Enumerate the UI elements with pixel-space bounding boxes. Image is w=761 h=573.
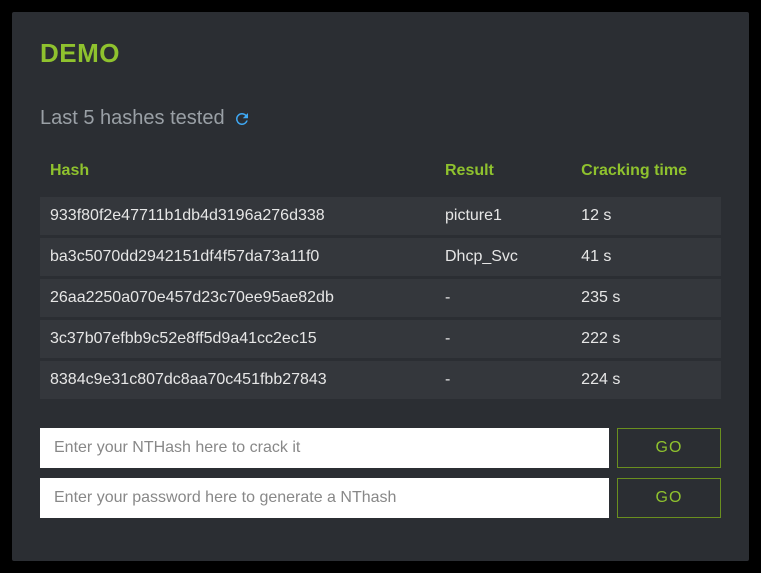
generate-form-row: GO [40, 478, 721, 518]
cell-time: 224 s [571, 360, 721, 400]
col-header-time: Cracking time [571, 152, 721, 196]
cell-hash: 8384c9e31c807dc8aa70c451fbb27843 [40, 360, 435, 400]
hashes-table: Hash Result Cracking time 933f80f2e47711… [40, 152, 721, 400]
cell-result: picture1 [435, 196, 571, 237]
cell-hash: ba3c5070dd2942151df4f57da73a11f0 [40, 237, 435, 278]
table-row: 8384c9e31c807dc8aa70c451fbb27843 - 224 s [40, 360, 721, 400]
cell-time: 41 s [571, 237, 721, 278]
cell-hash: 933f80f2e47711b1db4d3196a276d338 [40, 196, 435, 237]
col-header-hash: Hash [40, 152, 435, 196]
demo-panel: DEMO Last 5 hashes tested Hash Result Cr… [12, 12, 749, 561]
cell-time: 235 s [571, 278, 721, 319]
crack-go-button[interactable]: GO [617, 428, 721, 468]
refresh-icon[interactable] [233, 110, 251, 128]
table-row: 26aa2250a070e457d23c70ee95ae82db - 235 s [40, 278, 721, 319]
crack-form-row: GO [40, 428, 721, 468]
table-row: 933f80f2e47711b1db4d3196a276d338 picture… [40, 196, 721, 237]
subtitle-row: Last 5 hashes tested [40, 107, 721, 130]
cell-result: Dhcp_Svc [435, 237, 571, 278]
generate-go-button[interactable]: GO [617, 478, 721, 518]
table-header-row: Hash Result Cracking time [40, 152, 721, 196]
subtitle: Last 5 hashes tested [40, 107, 225, 130]
cell-time: 222 s [571, 319, 721, 360]
nthash-input[interactable] [40, 428, 609, 468]
col-header-result: Result [435, 152, 571, 196]
table-row: 3c37b07efbb9c52e8ff5d9a41cc2ec15 - 222 s [40, 319, 721, 360]
password-input[interactable] [40, 478, 609, 518]
page-title: DEMO [40, 38, 721, 69]
cell-time: 12 s [571, 196, 721, 237]
cell-result: - [435, 319, 571, 360]
cell-result: - [435, 278, 571, 319]
cell-hash: 3c37b07efbb9c52e8ff5d9a41cc2ec15 [40, 319, 435, 360]
table-row: ba3c5070dd2942151df4f57da73a11f0 Dhcp_Sv… [40, 237, 721, 278]
cell-result: - [435, 360, 571, 400]
cell-hash: 26aa2250a070e457d23c70ee95ae82db [40, 278, 435, 319]
